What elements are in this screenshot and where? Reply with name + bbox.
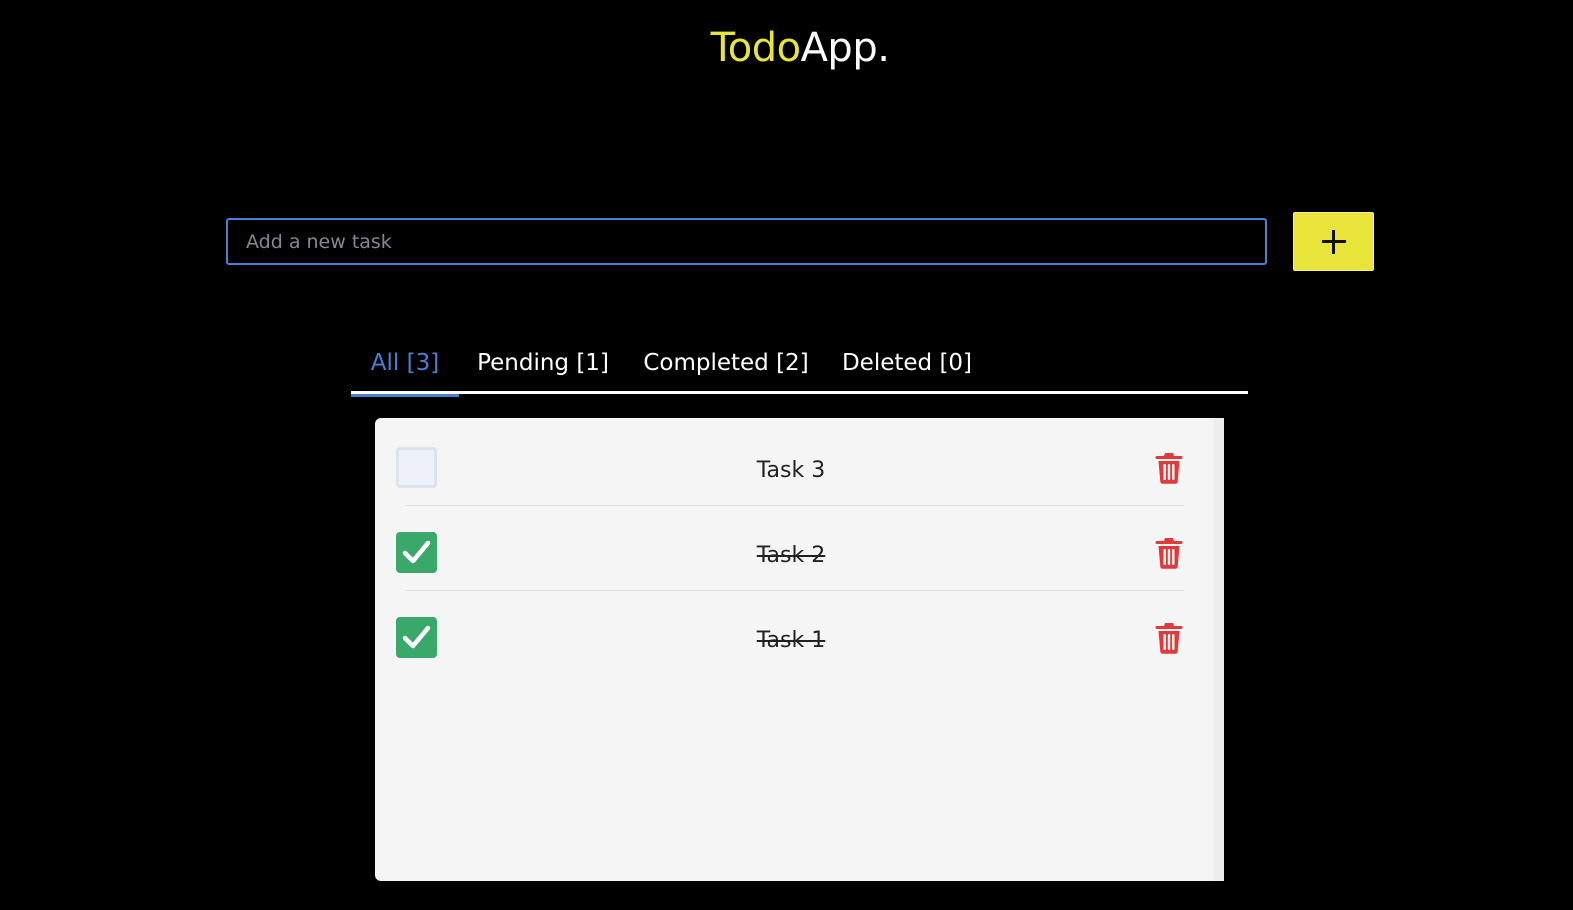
task-label: Task 1: [756, 628, 826, 653]
task-row: Task 3: [375, 421, 1224, 506]
trash-icon[interactable]: [1155, 537, 1183, 569]
task-label: Task 3: [756, 458, 826, 483]
tab-pending[interactable]: Pending [1]: [469, 336, 617, 394]
app-title: TodoApp.: [0, 22, 1573, 74]
new-task-input[interactable]: [226, 218, 1267, 265]
tab-deleted[interactable]: Deleted [0]: [835, 336, 979, 394]
app-title-app: App.: [800, 25, 890, 71]
tab-completed[interactable]: Completed [2]: [639, 336, 813, 394]
trash-icon[interactable]: [1155, 452, 1183, 484]
tab-all[interactable]: All [3]: [351, 336, 459, 397]
task-label: Task 2: [756, 543, 826, 568]
trash-icon[interactable]: [1155, 622, 1183, 654]
plus-icon: [1321, 229, 1346, 254]
filter-tabs: All [3] Pending [1] Completed [2] Delete…: [351, 336, 1248, 397]
task-row: Task 2: [375, 506, 1224, 591]
app-title-todo: Todo: [710, 25, 801, 71]
add-task-button[interactable]: [1293, 212, 1374, 271]
task-list: Task 3 Task 2 Task 1: [375, 418, 1224, 881]
task-row: Task 1: [375, 591, 1224, 676]
